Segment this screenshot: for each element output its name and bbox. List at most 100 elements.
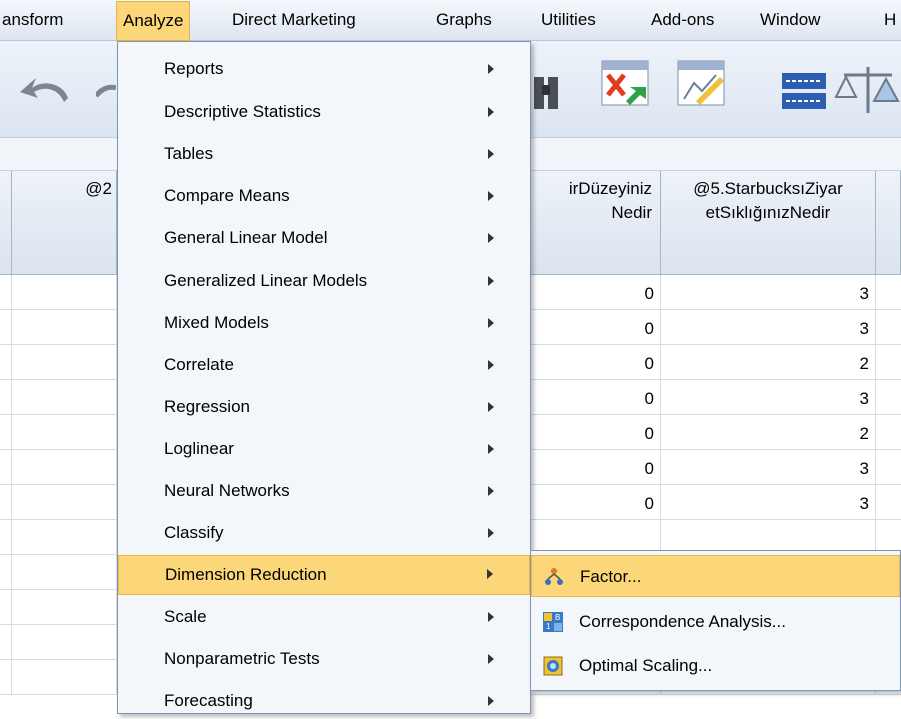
submenu-item-factor[interactable]: Factor... [531, 555, 900, 597]
menu-item-scale[interactable]: Scale [118, 599, 530, 635]
menu-item-tables[interactable]: Tables [118, 136, 530, 172]
submenu-arrow-icon [488, 444, 494, 454]
table-cell[interactable] [12, 310, 117, 345]
menu-item-mixed-models[interactable]: Mixed Models [118, 305, 530, 341]
row-number-header [0, 171, 12, 275]
submenu-arrow-icon [488, 318, 494, 328]
row-number-cell [0, 590, 12, 625]
svg-text:1: 1 [546, 622, 551, 631]
submenu-arrow-icon [488, 149, 494, 159]
row-number-cell [0, 380, 12, 415]
submenu-arrow-icon [488, 654, 494, 664]
submenu-arrow-icon [488, 360, 494, 370]
menu-item-nonparametric-tests[interactable]: Nonparametric Tests [118, 641, 530, 677]
menu-item-correlate[interactable]: Correlate [118, 347, 530, 383]
table-cell[interactable] [12, 555, 117, 590]
dimension-reduction-submenu: Factor... 1 B Correspondence Analysis...… [530, 550, 901, 691]
menu-utilities[interactable]: Utilities [541, 9, 596, 31]
table-cell[interactable] [12, 485, 117, 520]
column-header-2[interactable]: @2 [12, 171, 117, 275]
menu-item-compare-means[interactable]: Compare Means [118, 178, 530, 214]
row-number-cell [0, 625, 12, 660]
submenu-item-label: Correspondence Analysis... [579, 612, 786, 631]
table-cell[interactable] [12, 625, 117, 660]
submenu-item-correspondence-analysis[interactable]: 1 B Correspondence Analysis... [531, 601, 900, 643]
menu-item-label: General Linear Model [164, 228, 328, 247]
submenu-item-label: Optimal Scaling... [579, 656, 713, 675]
table-cell[interactable]: 2 [661, 345, 876, 380]
menu-item-reports[interactable]: Reports [118, 51, 530, 87]
row-number-cell [0, 275, 12, 310]
menu-direct-marketing[interactable]: Direct Marketing [232, 9, 356, 31]
table-cell[interactable]: 3 [661, 485, 876, 520]
redo-icon[interactable] [96, 74, 116, 104]
menu-item-label: Compare Means [164, 186, 290, 205]
value-labels-icon[interactable] [780, 71, 828, 111]
row-number-cell [0, 485, 12, 520]
row-number-cell [0, 450, 12, 485]
select-cases-icon[interactable] [600, 59, 652, 109]
submenu-arrow-icon [488, 696, 494, 706]
table-cell[interactable] [12, 345, 117, 380]
menu-item-general-linear-model[interactable]: General Linear Model [118, 220, 530, 256]
column-header-5[interactable] [876, 171, 901, 275]
menu-item-label: Descriptive Statistics [164, 102, 321, 121]
correspondence-icon: 1 B [543, 612, 563, 632]
submenu-item-optimal-scaling[interactable]: Optimal Scaling... [531, 645, 900, 687]
table-cell[interactable] [12, 520, 117, 555]
menu-item-dimension-reduction[interactable]: Dimension Reduction [118, 555, 530, 595]
optimal-scaling-icon [543, 656, 563, 676]
submenu-arrow-icon [488, 191, 494, 201]
menu-item-descriptive-statistics[interactable]: Descriptive Statistics [118, 94, 530, 130]
binoculars-icon[interactable] [532, 71, 560, 111]
menu-item-label: Neural Networks [164, 481, 290, 500]
menu-window[interactable]: Window [760, 9, 820, 31]
table-cell[interactable] [12, 450, 117, 485]
submenu-arrow-icon [488, 107, 494, 117]
table-cell[interactable]: 2 [661, 415, 876, 450]
row-number-cell [0, 310, 12, 345]
table-cell[interactable] [12, 380, 117, 415]
table-cell[interactable] [12, 660, 117, 695]
table-cell[interactable]: 3 [661, 450, 876, 485]
menu-item-loglinear[interactable]: Loglinear [118, 431, 530, 467]
column-header-4-line2: etSıklığınızNedir [705, 203, 831, 222]
table-cell[interactable]: 3 [661, 310, 876, 345]
menu-item-neural-networks[interactable]: Neural Networks [118, 473, 530, 509]
menu-graphs[interactable]: Graphs [436, 9, 492, 31]
menu-item-generalized-linear-models[interactable]: Generalized Linear Models [118, 263, 530, 299]
factor-icon [545, 568, 563, 585]
submenu-arrow-icon [488, 612, 494, 622]
column-header-4[interactable]: @5.StarbucksıZiyar etSıklığınızNedir [661, 171, 876, 275]
row-number-cell [0, 660, 12, 695]
row-number-cell [0, 520, 12, 555]
menu-item-label: Reports [164, 59, 224, 78]
submenu-arrow-icon [488, 402, 494, 412]
menu-item-label: Generalized Linear Models [164, 271, 368, 290]
menu-analyze[interactable]: Analyze [116, 1, 191, 41]
menu-item-label: Nonparametric Tests [164, 649, 320, 668]
column-header-2-label: @2 [85, 179, 112, 198]
menu-item-classify[interactable]: Classify [118, 515, 530, 551]
table-cell[interactable]: 3 [661, 380, 876, 415]
weight-scale-icon[interactable] [834, 61, 901, 121]
table-cell[interactable] [12, 590, 117, 625]
menu-item-label: Correlate [164, 355, 234, 374]
row-number-cell [0, 555, 12, 590]
menu-item-regression[interactable]: Regression [118, 389, 530, 425]
row-number-cell [0, 415, 12, 450]
menu-transform[interactable]: ansform [2, 9, 63, 31]
menu-help[interactable]: H [884, 9, 896, 31]
chart-builder-icon[interactable] [676, 59, 730, 109]
table-cell[interactable]: 3 [661, 275, 876, 310]
table-cell[interactable] [12, 275, 117, 310]
menu-item-label: Scale [164, 607, 207, 626]
svg-text:B: B [555, 613, 560, 622]
menu-item-label: Classify [164, 523, 224, 542]
menu-item-label: Regression [164, 397, 250, 416]
undo-icon[interactable] [18, 74, 78, 108]
menu-add-ons[interactable]: Add-ons [651, 9, 714, 31]
submenu-arrow-icon [488, 64, 494, 74]
submenu-arrow-icon [488, 233, 494, 243]
table-cell[interactable] [12, 415, 117, 450]
